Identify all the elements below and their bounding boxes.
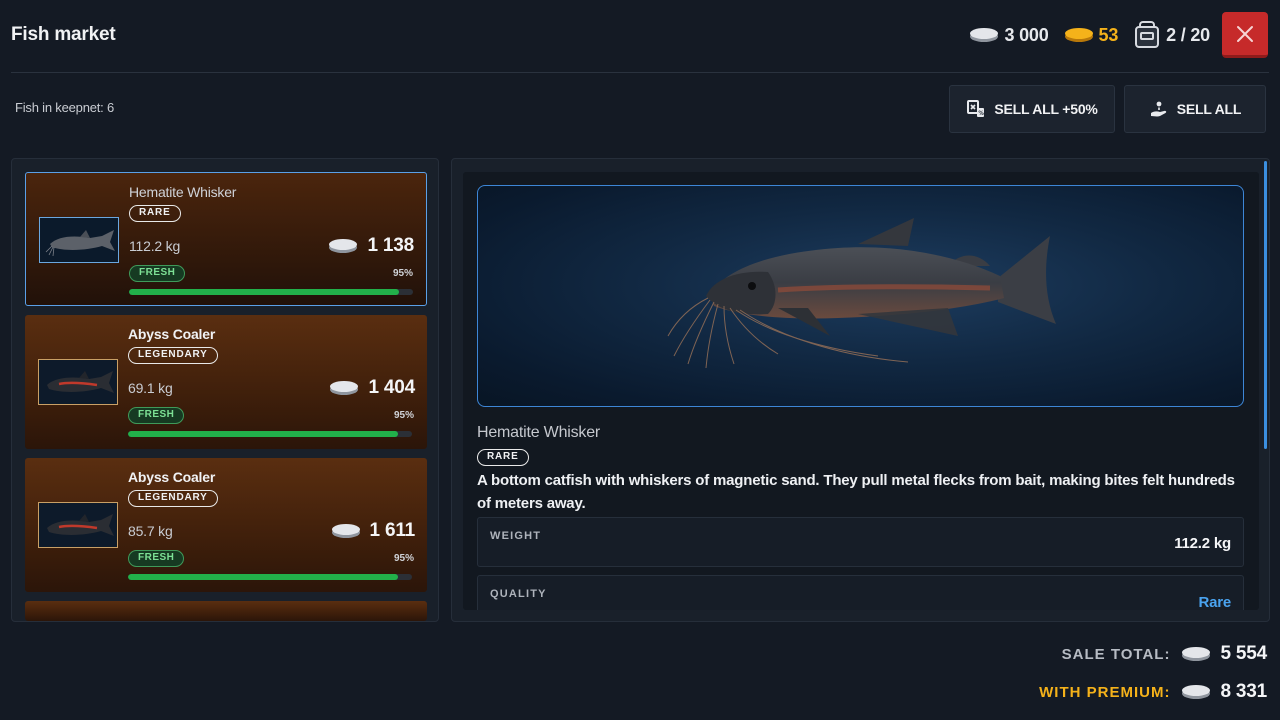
fish-name: Abyss Coaler xyxy=(128,326,216,342)
fish-image xyxy=(477,185,1244,407)
premium-total: WITH PREMIUM: 8 331 xyxy=(1039,681,1267,703)
close-icon xyxy=(1237,25,1253,42)
detail-fish-name: Hematite Whisker xyxy=(477,424,601,441)
fish-thumbnail xyxy=(39,217,119,263)
fish-price-value: 1 611 xyxy=(369,520,416,541)
silver-coin-icon xyxy=(1182,647,1211,661)
fish-detail-panel: Hematite Whisker RARE A bottom catfish w… xyxy=(451,158,1270,622)
detail-scroll-area[interactable]: Hematite Whisker RARE A bottom catfish w… xyxy=(463,172,1259,610)
sell-all-bonus-label: SELL ALL +50% xyxy=(994,101,1098,117)
keepnet-count: Fish in keepnet: 6 xyxy=(15,100,115,115)
rarity-badge: RARE xyxy=(129,205,181,222)
fish-name: Hematite Whisker xyxy=(129,184,237,200)
quality-label: QUALITY xyxy=(490,588,547,600)
freshness-badge: FRESH xyxy=(128,407,185,424)
silver-amount: 3 000 xyxy=(1004,24,1049,45)
freshness-percent: 95% xyxy=(392,268,413,279)
catfish-illustration xyxy=(667,218,1056,369)
sell-all-bonus-button[interactable]: % SELL ALL +50% xyxy=(949,85,1115,133)
silver-coin-icon xyxy=(330,381,359,395)
fish-weight: 112.2 kg xyxy=(129,238,181,254)
sale-total-value: 5 554 xyxy=(1220,643,1267,664)
svg-text:%: % xyxy=(979,110,985,117)
freshness-percent: 95% xyxy=(393,553,414,564)
silver-coin-icon xyxy=(331,524,360,538)
backpack-icon xyxy=(1134,21,1160,49)
fish-card-partial[interactable] xyxy=(25,601,427,621)
fish-price: 1 611 xyxy=(331,520,416,542)
detail-rarity-badge: RARE xyxy=(477,449,529,466)
gold-balance: 53 xyxy=(1064,24,1119,46)
detail-scrollbar[interactable] xyxy=(1264,161,1267,449)
fish-price: 1 404 xyxy=(330,377,415,399)
sale-total: SALE TOTAL: 5 554 xyxy=(1061,643,1268,665)
freshness-percent: 95% xyxy=(393,410,414,421)
fish-price: 1 138 xyxy=(329,235,414,257)
quality-stat: QUALITY Rare xyxy=(477,575,1244,610)
page-title: Fish market xyxy=(11,24,116,45)
fish-price-value: 1 138 xyxy=(367,235,414,256)
freshness-bar xyxy=(128,574,412,580)
fish-price-value: 1 404 xyxy=(368,377,415,398)
fish-thumbnail xyxy=(38,359,118,405)
weight-value: 112.2 kg xyxy=(1174,535,1231,552)
premium-total-label: WITH PREMIUM: xyxy=(1039,683,1171,701)
freshness-bar xyxy=(128,431,412,437)
weight-stat: WEIGHT 112.2 kg xyxy=(477,517,1244,567)
top-bar: Fish market 3 000 53 2 / 20 xyxy=(0,0,1280,72)
silver-coin-icon xyxy=(970,28,999,42)
fish-name: Abyss Coaler xyxy=(128,469,216,485)
sell-all-button[interactable]: SELL ALL xyxy=(1124,85,1266,133)
weight-label: WEIGHT xyxy=(490,530,542,542)
fish-card-hematite-whisker[interactable]: Hematite Whisker RARE 112.2 kg 1 138 FRE… xyxy=(25,172,427,306)
silver-coin-icon xyxy=(329,239,358,253)
fish-weight: 85.7 kg xyxy=(128,523,173,539)
capacity-count: 2 / 20 xyxy=(1166,24,1210,45)
currency-bar: 3 000 53 2 / 20 xyxy=(954,21,1210,49)
freshness-badge: FRESH xyxy=(128,550,185,567)
freshness-bar-fill xyxy=(128,431,398,437)
sell-all-label: SELL ALL xyxy=(1176,101,1242,117)
sale-total-label: SALE TOTAL: xyxy=(1061,645,1171,663)
fish-card-abyss-coaler-2[interactable]: Abyss Coaler LEGENDARY 85.7 kg 1 611 FRE… xyxy=(25,458,427,592)
silver-coin-icon xyxy=(1182,685,1211,699)
gold-coin-icon xyxy=(1064,28,1093,42)
keepnet-capacity: 2 / 20 xyxy=(1134,21,1210,49)
silver-balance: 3 000 xyxy=(970,24,1049,46)
sell-hand-icon xyxy=(1150,101,1166,117)
fish-card-abyss-coaler-1[interactable]: Abyss Coaler LEGENDARY 69.1 kg 1 404 FRE… xyxy=(25,315,427,449)
quality-value: Rare xyxy=(1198,594,1231,610)
freshness-bar-fill xyxy=(129,289,399,295)
freshness-bar xyxy=(129,289,413,295)
freshness-badge: FRESH xyxy=(129,265,186,282)
premium-total-value: 8 331 xyxy=(1220,681,1267,702)
rarity-badge: LEGENDARY xyxy=(128,347,218,364)
freshness-bar-fill xyxy=(128,574,398,580)
header-divider xyxy=(11,72,1269,73)
close-button[interactable] xyxy=(1222,12,1268,58)
gold-amount: 53 xyxy=(1098,24,1119,45)
fish-thumbnail xyxy=(38,502,118,548)
fish-weight: 69.1 kg xyxy=(128,380,173,396)
fish-list-panel[interactable]: Hematite Whisker RARE 112.2 kg 1 138 FRE… xyxy=(11,158,439,622)
detail-description: A bottom catfish with whiskers of magnet… xyxy=(477,472,1235,512)
rarity-badge: LEGENDARY xyxy=(128,490,218,507)
sell-bonus-icon: % xyxy=(967,100,985,117)
